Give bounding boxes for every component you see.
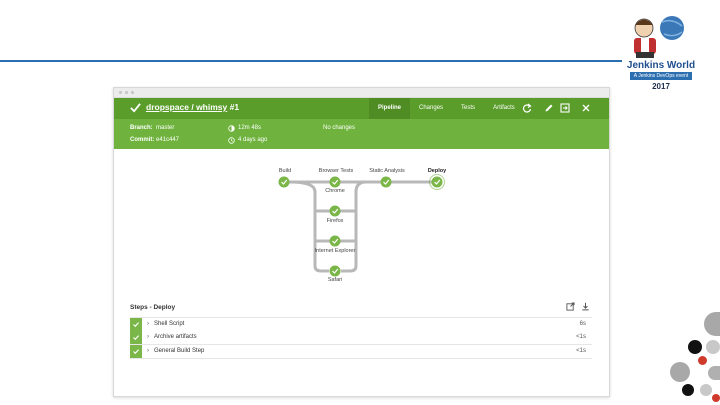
tab-tests[interactable]: Tests [452, 98, 484, 119]
pipeline-graph: Build Browser Tests Static Analysis Depl… [114, 149, 609, 289]
edit-icon[interactable] [544, 103, 554, 113]
event-logo-subtitle: A Jenkins DevOps event [630, 72, 692, 80]
project-link[interactable]: dropspace / whimsy [146, 102, 227, 112]
stage-node-safari[interactable] [329, 265, 341, 277]
open-log-icon[interactable] [566, 302, 575, 311]
event-logo-year: 2017 [652, 82, 670, 91]
branch-label: Branch: [130, 125, 153, 131]
expand-chevron-icon[interactable]: › [147, 334, 149, 340]
blue-ocean-window: dropspace / whimsy #1 Pipeline Changes T… [113, 87, 610, 397]
duration-icon [228, 125, 235, 132]
decor-dot [708, 366, 720, 380]
stage-node-firefox[interactable] [329, 205, 341, 217]
expand-chevron-icon[interactable]: › [147, 321, 149, 327]
close-icon[interactable] [581, 103, 591, 113]
decor-dot [712, 394, 720, 402]
commit-value: e41c447 [156, 137, 180, 143]
stage-node-build[interactable] [278, 176, 290, 188]
expand-chevron-icon[interactable]: › [147, 348, 149, 354]
started-value: 4 days ago [238, 137, 268, 143]
step-status [130, 318, 142, 331]
step-status [130, 331, 142, 344]
decor-dot [688, 340, 702, 354]
success-check-icon [130, 103, 141, 113]
decor-dot [670, 362, 690, 382]
event-logo-title: Jenkins World [626, 60, 696, 71]
decor-dot [700, 384, 712, 396]
pipeline-nodes [278, 174, 445, 277]
step-duration: <1s [576, 334, 586, 340]
step-success-icon [133, 349, 140, 355]
step-duration: 6s [579, 321, 586, 327]
slide-top-rule [0, 60, 622, 62]
decor-dot [706, 340, 720, 354]
run-meta: Branch: master Commit: e41c447 12m 48s 4… [114, 119, 609, 149]
step-row[interactable]: › General Build Step <1s [130, 345, 592, 359]
decor-dot [698, 356, 707, 365]
run-tabs: Pipeline Changes Tests Artifacts [369, 98, 524, 119]
tab-pipeline[interactable]: Pipeline [369, 98, 411, 119]
step-row[interactable]: › Archive artifacts <1s [130, 331, 592, 345]
step-name: Shell Script [154, 321, 185, 327]
window-dot [125, 91, 128, 94]
run-header: dropspace / whimsy #1 Pipeline Changes T… [114, 98, 609, 119]
jenkins-butler-icon [634, 16, 684, 58]
step-name: Archive artifacts [154, 334, 197, 340]
steps-title: Steps - Deploy [130, 304, 176, 311]
stage-node-ie[interactable] [329, 235, 341, 247]
step-row[interactable]: › Shell Script 6s [130, 317, 592, 332]
step-duration: <1s [576, 348, 586, 354]
tab-changes[interactable]: Changes [410, 98, 452, 119]
replay-icon[interactable] [522, 103, 532, 113]
step-status [130, 345, 142, 358]
commit-label: Commit: [130, 137, 155, 143]
decor-dot [682, 384, 694, 396]
stage-node-static-analysis[interactable] [380, 176, 392, 188]
run-number: #1 [229, 102, 240, 112]
step-name: General Build Step [154, 348, 205, 354]
event-logo: Jenkins World A Jenkins DevOps event 201… [622, 8, 700, 94]
window-dot [119, 91, 122, 94]
tab-artifacts[interactable]: Artifacts [484, 98, 524, 119]
stage-node-deploy[interactable] [429, 174, 445, 190]
step-success-icon [133, 322, 140, 328]
changes-value: No changes [323, 125, 356, 131]
window-dot [131, 91, 134, 94]
download-icon[interactable] [581, 302, 590, 311]
branch-value: master [156, 125, 175, 131]
clock-icon [228, 137, 235, 144]
step-success-icon [133, 335, 140, 341]
open-classic-icon[interactable] [560, 103, 570, 113]
duration-value: 12m 48s [238, 125, 262, 131]
decor-dot [704, 312, 720, 336]
stage-node-chrome[interactable] [329, 176, 341, 188]
window-chrome [114, 88, 609, 98]
run-title: dropspace / whimsy #1 [146, 102, 239, 112]
